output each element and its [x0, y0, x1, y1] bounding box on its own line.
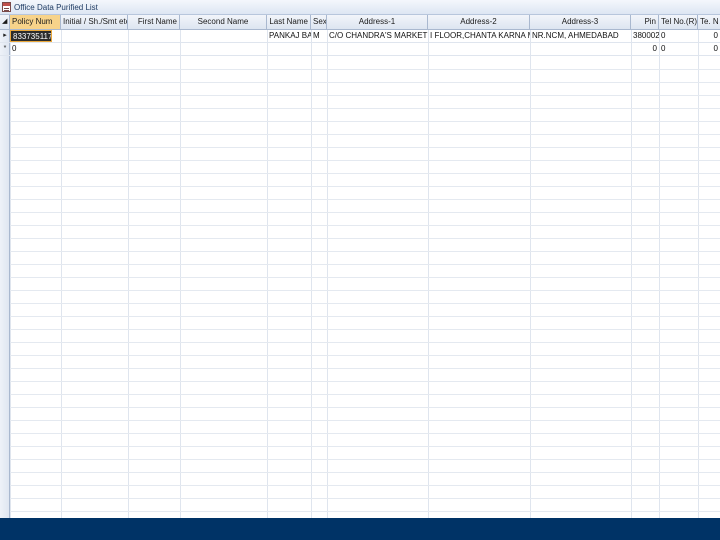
form-icon — [2, 2, 11, 12]
column-header-address-2[interactable]: Address-2 — [428, 15, 530, 29]
column-header-address-1[interactable]: Address-1 — [327, 15, 428, 29]
column-header-last-name[interactable]: Last Name — [267, 15, 311, 29]
cell-policy-num[interactable]: 0 — [10, 43, 61, 55]
cell-pin[interactable]: 0 — [631, 43, 659, 55]
window-titlebar: Office Data Purified List — [0, 0, 720, 15]
column-header-tel-m[interactable]: Te. N — [698, 15, 720, 29]
cell-first-name[interactable] — [128, 30, 180, 42]
cell-second-name[interactable] — [180, 30, 267, 42]
cell-address-3[interactable]: NR.NCM, AHMEDABAD — [530, 30, 631, 42]
bottom-bar — [0, 518, 720, 540]
column-header-policy-num[interactable]: Policy Num — [10, 15, 61, 29]
cell-policy-num[interactable]: 833735117 — [10, 30, 52, 42]
column-header-address-3[interactable]: Address-3 — [530, 15, 631, 29]
column-header-second-name[interactable]: Second Name — [180, 15, 267, 29]
column-header-pin[interactable]: Pin — [631, 15, 659, 29]
select-all-button[interactable]: ◢ — [0, 15, 10, 29]
cell-sex[interactable]: M — [311, 30, 327, 42]
column-header-sex[interactable]: Sex — [311, 15, 327, 29]
current-record-indicator[interactable]: ▸ — [0, 30, 10, 42]
window-title: Office Data Purified List — [14, 3, 98, 12]
cell-tel-m[interactable]: 0 — [698, 30, 720, 42]
cell-address-2[interactable]: I FLOOR,CHANTA KARNA MARG — [428, 30, 530, 42]
cell-address-1[interactable]: C/O CHANDRA'S MARKETI — [327, 30, 428, 42]
cell-pin[interactable]: 380002 — [631, 30, 659, 42]
column-header-row: ◢ Policy Num Initial / Sh./Smt etc. Firs… — [0, 15, 720, 30]
datasheet-grid[interactable]: ◢ Policy Num Initial / Sh./Smt etc. Firs… — [0, 15, 720, 518]
new-record-row[interactable]: * 0 0 0 0 — [0, 43, 720, 56]
column-header-initial[interactable]: Initial / Sh./Smt etc. — [61, 15, 128, 29]
cell-tel-r[interactable]: 0 — [659, 43, 698, 55]
table-row[interactable]: ▸ 833735117 PANKAJ BA M C/O CHANDRA'S MA… — [0, 30, 720, 43]
cell-last-name[interactable]: PANKAJ BA — [267, 30, 311, 42]
cell-initial[interactable] — [61, 30, 128, 42]
column-header-first-name[interactable]: First Name — [128, 15, 180, 29]
cell-tel-m[interactable]: 0 — [698, 43, 720, 55]
record-selector-column[interactable] — [0, 30, 10, 518]
cell-tel-r[interactable]: 0 — [659, 30, 698, 42]
column-header-tel-r[interactable]: Tel No.(R) — [659, 15, 698, 29]
new-record-indicator[interactable]: * — [0, 43, 10, 55]
